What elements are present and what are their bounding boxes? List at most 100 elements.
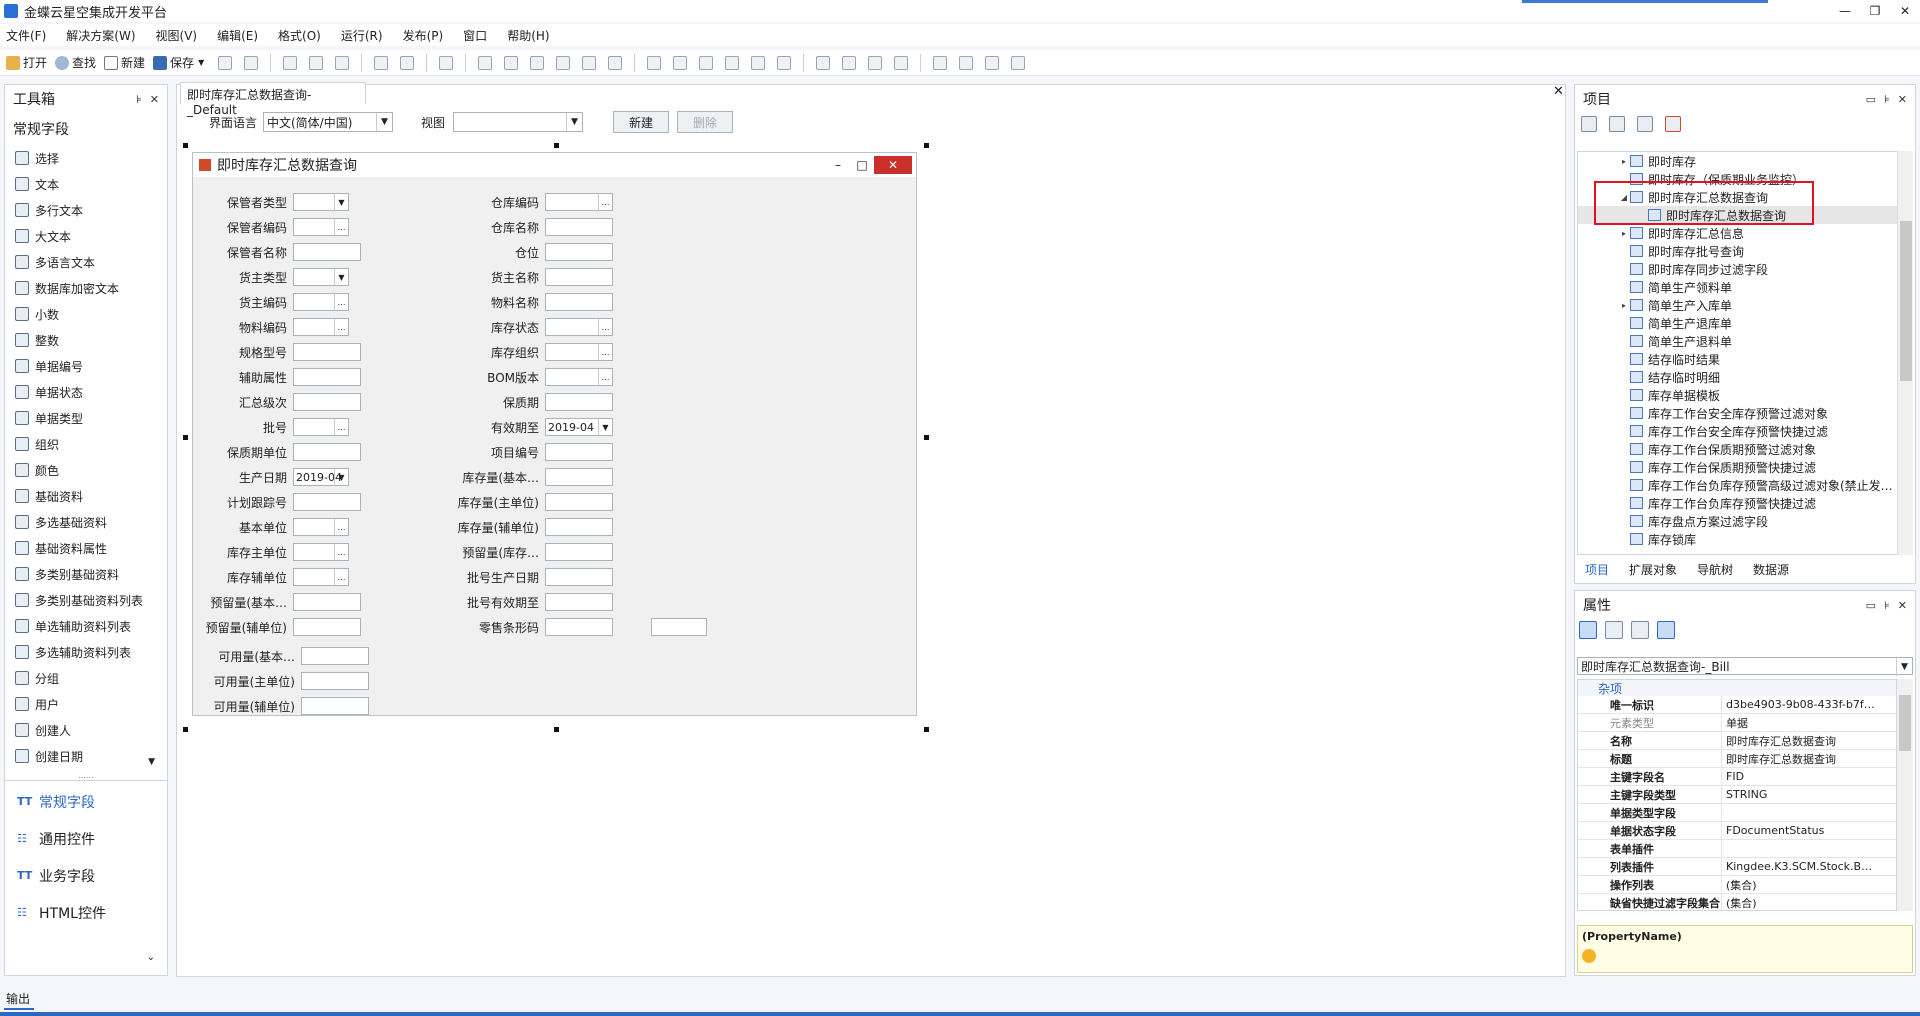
tab-data-source[interactable]: 数据源 (1743, 559, 1799, 580)
toolbox-item[interactable]: 分组 (5, 665, 167, 691)
field-input[interactable] (545, 443, 613, 461)
delete-icon[interactable] (439, 55, 454, 70)
field-input[interactable] (293, 443, 361, 461)
tree-node[interactable]: 库存工作台负库存预警高级过滤对象(禁止发… (1578, 476, 1898, 494)
toolbox-item[interactable]: 颜色 (5, 457, 167, 483)
chevron-down-icon[interactable]: ▼ (334, 469, 348, 485)
align-center-icon[interactable] (504, 55, 519, 70)
ellipsis-icon[interactable]: … (598, 369, 612, 385)
field-input[interactable]: … (545, 193, 613, 211)
field-input[interactable] (293, 593, 361, 611)
sync-icon[interactable] (244, 55, 259, 70)
bring-front-icon[interactable] (933, 55, 948, 70)
pin-icon[interactable]: ⊧ (1884, 93, 1890, 106)
maximize-icon[interactable]: □ (850, 158, 874, 172)
field-input[interactable]: … (293, 293, 349, 311)
field-input[interactable] (545, 268, 613, 286)
tree-node[interactable]: 结存临时结果 (1578, 350, 1898, 368)
expand-toggle-icon[interactable]: ▸ (1618, 229, 1630, 238)
category-tab-common-controls[interactable]: ☷ 通用控件 (5, 820, 167, 857)
hspace-icon[interactable] (725, 55, 740, 70)
field-input[interactable] (545, 518, 613, 536)
language-select[interactable]: 中文(简体/中国) ▼ (263, 112, 393, 132)
toolbox-item[interactable]: 多选基础资料 (5, 509, 167, 535)
ellipsis-icon[interactable]: … (334, 419, 348, 435)
ellipsis-icon[interactable]: … (334, 219, 348, 235)
close-document-icon[interactable]: ✕ (1553, 84, 1564, 99)
menu-run[interactable]: 运行(R) (341, 27, 383, 44)
export-icon[interactable] (335, 55, 350, 70)
property-value[interactable]: FDocumentStatus (1722, 824, 1896, 837)
field-input[interactable] (293, 343, 361, 361)
close-icon[interactable]: ✕ (1898, 599, 1907, 612)
document-tab[interactable]: 即时库存汇总数据查询-_Default (180, 82, 366, 117)
dock-icon[interactable]: ▭ (1866, 93, 1876, 106)
minimize-button[interactable]: — (1830, 0, 1860, 22)
close-window-button[interactable]: ✕ (1890, 0, 1920, 22)
field-input[interactable] (293, 243, 361, 261)
tree-node[interactable]: 库存工作台安全库存预警快捷过滤 (1578, 422, 1898, 440)
property-value[interactable]: Kingdee.K3.SCM.Stock.B… (1722, 860, 1896, 873)
splitter[interactable]: ...... (5, 771, 167, 781)
tree-node[interactable]: 库存工作台安全库存预警过滤对象 (1578, 404, 1898, 422)
property-row[interactable]: 主键字段名 FID (1578, 768, 1896, 786)
field-input[interactable] (293, 618, 361, 636)
field-input[interactable]: … (293, 568, 349, 586)
field-input[interactable]: … (293, 218, 349, 236)
toolbox-item[interactable]: 创建日期 (5, 743, 167, 769)
property-value[interactable]: (集合) (1722, 877, 1896, 893)
toolbox-item[interactable]: 多选辅助资料列表 (5, 639, 167, 665)
resize-handle[interactable] (183, 727, 188, 732)
chevron-down-icon[interactable]: ▼ (334, 269, 348, 285)
property-row[interactable]: 单据类型字段 (1578, 804, 1896, 822)
resize-handle[interactable] (183, 435, 188, 440)
send-back-icon[interactable] (959, 55, 974, 70)
property-value[interactable]: 即时库存汇总数据查询 (1722, 733, 1896, 749)
align-left-icon[interactable] (478, 55, 493, 70)
tab-navigation-tree[interactable]: 导航树 (1687, 559, 1743, 580)
toolbox-item[interactable]: 大文本 (5, 223, 167, 249)
ellipsis-icon[interactable]: … (334, 519, 348, 535)
ellipsis-icon[interactable]: … (334, 544, 348, 560)
close-icon[interactable]: ✕ (1898, 93, 1907, 106)
redo-icon[interactable] (400, 55, 415, 70)
delete-view-button[interactable]: 删除 (677, 111, 733, 133)
ellipsis-icon[interactable]: … (334, 319, 348, 335)
chevron-down-icon[interactable]: ⌄ (147, 952, 155, 963)
field-input[interactable] (651, 618, 707, 636)
field-input[interactable] (545, 543, 613, 561)
property-pages-icon[interactable] (1657, 621, 1675, 639)
pin-icon[interactable]: ⊧ (1884, 599, 1890, 612)
field-input[interactable] (293, 393, 361, 411)
toolbox-item[interactable]: 单选辅助资料列表 (5, 613, 167, 639)
toolbox-item[interactable]: 小数 (5, 301, 167, 327)
align-middle-icon[interactable] (582, 55, 597, 70)
chevron-down-icon[interactable]: ▼ (598, 419, 612, 435)
field-input[interactable] (545, 593, 613, 611)
field-input[interactable] (545, 218, 613, 236)
field-input[interactable]: … (293, 518, 349, 536)
property-value[interactable]: FID (1722, 770, 1896, 783)
window-icon[interactable] (1609, 116, 1625, 132)
property-value[interactable]: STRING (1722, 788, 1896, 801)
resize-handle[interactable] (554, 727, 559, 732)
lock-icon[interactable] (985, 55, 1000, 70)
field-input[interactable] (301, 647, 369, 665)
copy-icon[interactable] (1637, 116, 1653, 132)
toolbox-item[interactable]: 基础资料 (5, 483, 167, 509)
tree-node[interactable]: 库存单据模板 (1578, 386, 1898, 404)
minimize-icon[interactable]: – (826, 158, 850, 172)
toolbox-item[interactable]: 单据状态 (5, 379, 167, 405)
property-row[interactable]: 操作列表 (集合) (1578, 876, 1896, 894)
grid-icon[interactable] (777, 55, 792, 70)
field-input[interactable] (293, 368, 361, 386)
save-button[interactable]: 保存 ▼ (153, 54, 204, 71)
restore-button[interactable]: ❐ (1860, 0, 1890, 22)
field-input[interactable]: ▼ (293, 193, 349, 211)
property-row[interactable]: 唯一标识 d3be4903-9b08-433f-b7f… (1578, 696, 1896, 714)
tree-node[interactable]: 库存工作台保质期预警快捷过滤 (1578, 458, 1898, 476)
menu-solution[interactable]: 解决方案(W) (66, 27, 135, 44)
ellipsis-icon[interactable]: … (334, 294, 348, 310)
field-input[interactable]: ▼ (293, 268, 349, 286)
field-input[interactable] (545, 393, 613, 411)
